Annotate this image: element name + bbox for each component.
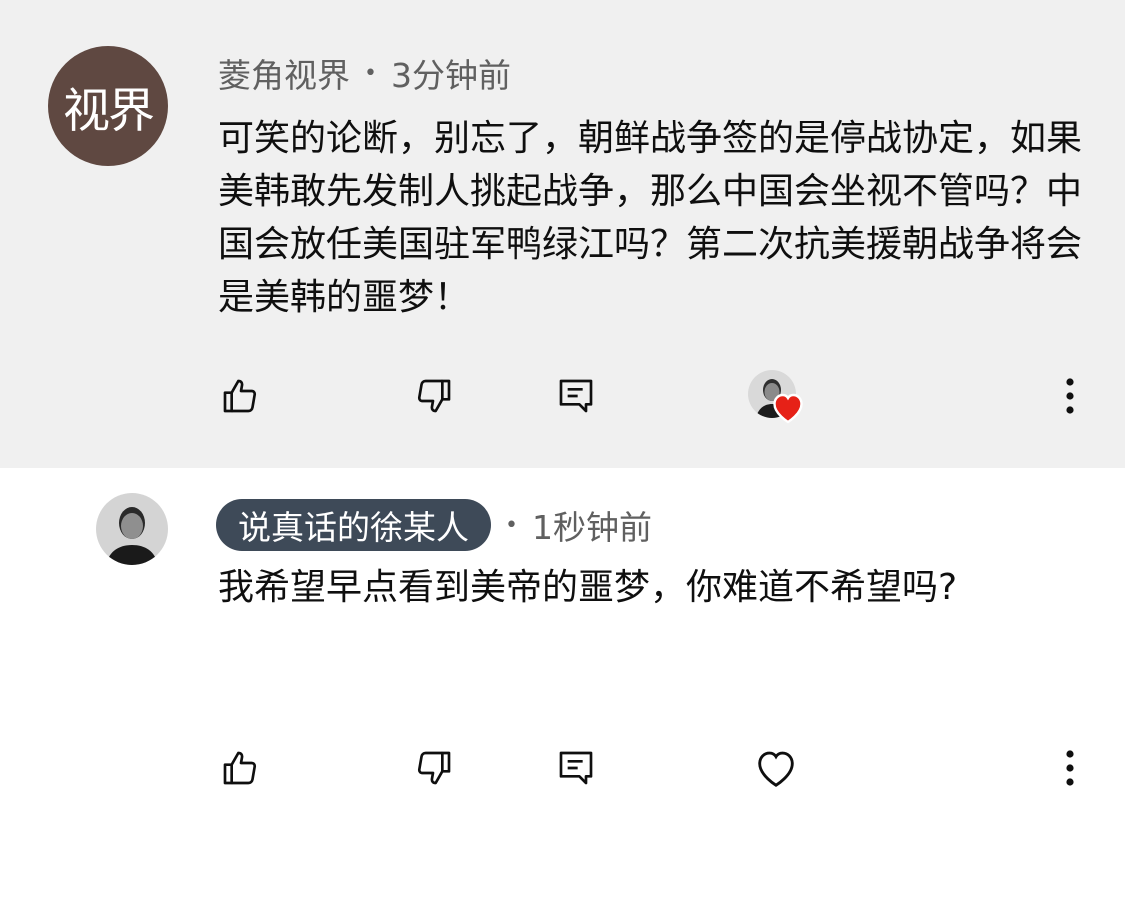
thumb-down-icon [417,751,451,785]
avatar[interactable]: 视界 [48,46,168,166]
profile-photo [96,493,168,565]
creator-heart[interactable] [744,366,808,426]
avatar[interactable] [96,493,168,565]
reply-icon [559,751,593,785]
heart-button[interactable] [744,738,808,798]
thumb-up-icon [223,751,257,785]
more-vert-icon [1066,378,1074,414]
creator-heart-icon [744,366,808,426]
more-options-button[interactable] [1046,738,1094,798]
comment-reply: 说真话的徐某人 • 1秒钟前 我希望早点看到美帝的噩梦，你难道不希望吗? [0,468,1125,910]
like-button[interactable] [214,738,266,798]
reply-button[interactable] [552,738,600,798]
timestamp: 1秒钟前 [531,508,652,547]
comment-text: 我希望早点看到美帝的噩梦，你难道不希望吗? [218,567,958,608]
reply-icon [559,379,593,413]
comment-highlighted: 视界 菱角视界 • 3分钟前 可笑的论断，别忘了，朝鲜战争签的是停战协定，如果美… [0,0,1125,468]
more-options-button[interactable] [1046,366,1094,426]
author-chip[interactable]: 说真话的徐某人 [216,499,491,551]
heart-outline-icon [758,751,794,787]
thumb-up-icon [223,379,257,413]
timestamp: 3分钟前 [390,56,511,95]
comment-header: 菱角视界 • 3分钟前 [218,50,511,96]
dislike-button[interactable] [408,366,460,426]
separator-dot: • [364,60,377,86]
more-vert-icon [1066,750,1074,786]
author-name[interactable]: 菱角视界 [218,49,350,97]
dislike-button[interactable] [408,738,460,798]
thumb-down-icon [417,379,451,413]
like-button[interactable] [214,366,266,426]
comment-actions [0,738,1125,798]
comment-text: 可笑的论断，别忘了，朝鲜战争签的是停战协定，如果美韩敢先发制人挑起战争，那么中国… [218,118,1083,318]
comment-header: 说真话的徐某人 • 1秒钟前 [216,499,652,551]
comment-actions [0,366,1125,426]
reply-button[interactable] [552,366,600,426]
avatar-initials: 视界 [63,83,155,139]
separator-dot: • [505,512,518,538]
heart-icon [773,393,803,424]
